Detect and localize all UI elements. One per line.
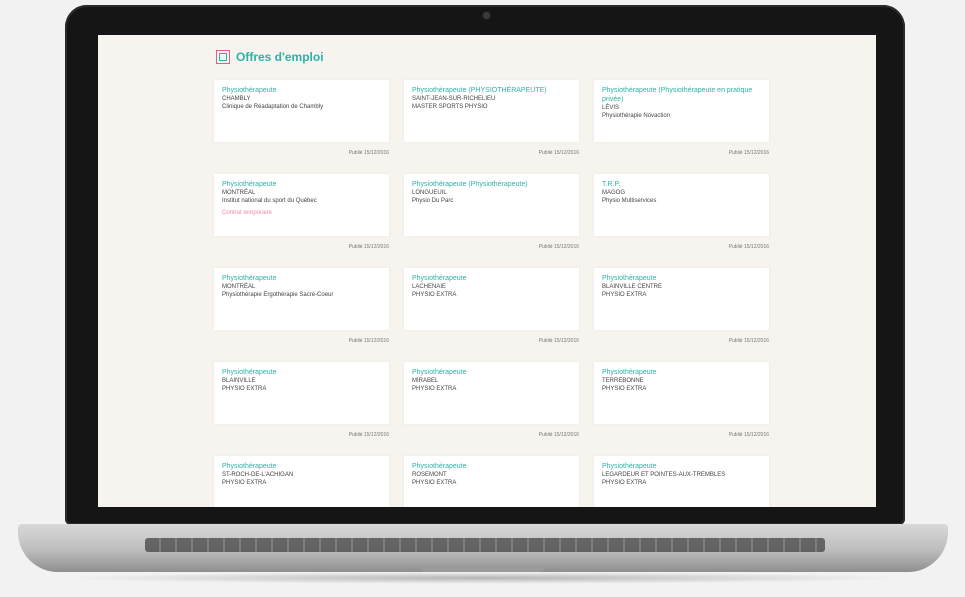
job-title-link[interactable]: Physiothérapeute <box>602 462 761 471</box>
job-title-link[interactable]: Physiothérapeute <box>222 180 381 189</box>
job-card[interactable]: Physiothérapeute ROSEMONT PHYSIO EXTRA <box>404 456 579 507</box>
job-employer: Physio Multiservices <box>602 198 657 204</box>
job-card-body[interactable]: Physiothérapeute CHAMBLY Clinique de Réada… <box>214 80 389 142</box>
job-location: LÉVIS <box>602 105 620 111</box>
job-posted-date: Publié 15/12/2016 <box>538 244 579 250</box>
job-employer: PHYSIO EXTRA <box>222 480 267 486</box>
job-card[interactable]: Physiothérapeute LACHENAIE PHYSIO EXTRA Pub… <box>404 268 579 344</box>
job-posted-date: Publié 15/12/2016 <box>538 338 579 344</box>
job-location: LONGUEUIL <box>412 190 447 196</box>
job-card[interactable]: Physiothérapeute TERREBONNE PHYSIO EXTRA Pu… <box>594 362 769 438</box>
job-employer: PHYSIO EXTRA <box>412 480 457 486</box>
job-employer: PHYSIO EXTRA <box>602 386 647 392</box>
job-title-link[interactable]: Physiothérapeute <box>412 274 571 283</box>
job-title-link[interactable]: Physiothérapeute <box>602 274 761 283</box>
job-card-body[interactable]: Physiothérapeute TERREBONNE PHYSIO EXTRA <box>594 362 769 424</box>
job-list: Physiothérapeute CHAMBLY Clinique de Réada… <box>214 80 769 507</box>
job-title-link[interactable]: Physiothérapeute <box>602 368 761 377</box>
job-location: ROSEMONT <box>412 472 447 478</box>
job-location: LACHENAIE <box>412 284 447 290</box>
job-employer: PHYSIO EXTRA <box>602 480 647 486</box>
job-card-body[interactable]: Physiothérapeute BLAINVILLE CENTRE PHYSIO … <box>594 268 769 330</box>
job-card-body[interactable]: Physiothérapeute BLAINVILLE PHYSIO EXTRA <box>214 362 389 424</box>
job-card-body[interactable]: Physiothérapeute ROSEMONT PHYSIO EXTRA <box>404 456 579 507</box>
job-location: LEGARDEUR ET POINTES-AUX-TREMBLES <box>602 472 726 478</box>
job-card[interactable]: Physiothérapeute (Physiothérapeute) LONGU… <box>404 174 579 250</box>
job-employer: PHYSIO EXTRA <box>412 386 457 392</box>
job-card[interactable]: Physiothérapeute BLAINVILLE PHYSIO EXTRA Pu… <box>214 362 389 438</box>
job-card-body[interactable]: Physiothérapeute (Physiothérapeute en pr… <box>594 80 769 142</box>
job-posted-date: Publié 15/12/2016 <box>348 244 389 250</box>
page-header: Offres d'emploi <box>216 50 324 64</box>
job-employer: MASTER SPORTS PHYSIO <box>412 104 488 110</box>
job-title-link[interactable]: T.R.P. <box>602 180 761 189</box>
job-card[interactable]: Physiothérapeute LEGARDEUR ET POINTES-AUX… <box>594 456 769 507</box>
job-card[interactable]: Physiothérapeute ST-ROCH-DE-L'ACHIGAN PHYS… <box>214 456 389 507</box>
job-card-body[interactable]: Physiothérapeute MONTRÉAL Physiothérapie E… <box>214 268 389 330</box>
job-location: MAGOG <box>602 190 626 196</box>
job-title-link[interactable]: Physiothérapeute (PHYSIOTHÉRAPEUTE) <box>412 86 571 95</box>
job-location: MONTRÉAL <box>222 284 256 290</box>
job-location: BLAINVILLE <box>222 378 256 384</box>
page-title: Offres d'emploi <box>236 50 324 64</box>
job-title-link[interactable]: Physiothérapeute <box>222 274 381 283</box>
job-card[interactable]: Physiothérapeute MONTRÉAL Institut nationa… <box>214 174 389 250</box>
job-location: SAINT-JEAN-SUR-RICHELIEU <box>412 96 496 102</box>
job-posted-date: Publié 15/12/2016 <box>348 150 389 156</box>
job-employer: PHYSIO EXTRA <box>222 386 267 392</box>
job-card-body[interactable]: Physiothérapeute MIRABEL PHYSIO EXTRA <box>404 362 579 424</box>
job-employer: Institut national du sport du Québec <box>222 198 317 204</box>
job-employer: Physiothérapie Ergothérapie Sacré-Coeur <box>222 292 334 298</box>
job-card-body[interactable]: Physiothérapeute LACHENAIE PHYSIO EXTRA <box>404 268 579 330</box>
screen: Offres d'emploi Physiothérapeute CHAMBLY C… <box>98 35 876 507</box>
job-posted-date: Publié 15/12/2016 <box>728 150 769 156</box>
job-location: TERREBONNE <box>602 378 644 384</box>
job-card-body[interactable]: Physiothérapeute (PHYSIOTHÉRAPEUTE) SAINT… <box>404 80 579 142</box>
job-title-link[interactable]: Physiothérapeute <box>222 368 381 377</box>
job-employer: PHYSIO EXTRA <box>412 292 457 298</box>
job-posted-date: Publié 15/12/2016 <box>348 338 389 344</box>
job-card[interactable]: Physiothérapeute MIRABEL PHYSIO EXTRA Publi… <box>404 362 579 438</box>
job-card[interactable]: Physiothérapeute (PHYSIOTHÉRAPEUTE) SAINT… <box>404 80 579 156</box>
job-title-link[interactable]: Physiothérapeute <box>222 462 381 471</box>
job-card[interactable]: Physiothérapeute (Physiothérapeute en pr… <box>594 80 769 156</box>
job-location: BLAINVILLE CENTRE <box>602 284 663 290</box>
job-location: ST-ROCH-DE-L'ACHIGAN <box>222 472 294 478</box>
job-posted-date: Publié 15/12/2016 <box>728 244 769 250</box>
job-card[interactable]: Physiothérapeute CHAMBLY Clinique de Réada… <box>214 80 389 156</box>
job-posted-date: Publié 15/12/2016 <box>728 338 769 344</box>
laptop-shadow <box>60 572 905 584</box>
job-location: MIRABEL <box>412 378 439 384</box>
job-card[interactable]: Physiothérapeute MONTRÉAL Physiothérapie E… <box>214 268 389 344</box>
job-posted-date: Publié 15/12/2016 <box>728 432 769 438</box>
job-employer: Physiothérapie Novaction <box>602 113 671 119</box>
job-card-body[interactable]: T.R.P. MAGOG Physio Multiservices <box>594 174 769 236</box>
job-location: CHAMBLY <box>222 96 251 102</box>
camera-icon <box>483 12 490 19</box>
job-card-body[interactable]: Physiothérapeute (Physiothérapeute) LONGU… <box>404 174 579 236</box>
job-title-link[interactable]: Physiothérapeute <box>222 86 381 95</box>
job-title-link[interactable]: Physiothérapeute <box>412 462 571 471</box>
job-posted-date: Publié 15/12/2016 <box>348 432 389 438</box>
job-note: Contrat temporaire <box>222 210 273 216</box>
job-card-body[interactable]: Physiothérapeute MONTRÉAL Institut nationa… <box>214 174 389 236</box>
keyboard <box>145 538 825 552</box>
job-title-link[interactable]: Physiothérapeute <box>412 368 571 377</box>
jobs-icon <box>216 50 230 64</box>
job-location: MONTRÉAL <box>222 190 256 196</box>
job-title-link[interactable]: Physiothérapeute (Physiothérapeute en pr… <box>602 86 761 104</box>
job-posted-date: Publié 15/12/2016 <box>538 432 579 438</box>
job-employer: Physio Du Parc <box>412 198 454 204</box>
job-card-body[interactable]: Physiothérapeute LEGARDEUR ET POINTES-AUX… <box>594 456 769 507</box>
job-employer: Clinique de Réadaptation de Chambly <box>222 104 324 110</box>
job-posted-date: Publié 15/12/2016 <box>538 150 579 156</box>
job-card[interactable]: Physiothérapeute BLAINVILLE CENTRE PHYSIO … <box>594 268 769 344</box>
job-employer: PHYSIO EXTRA <box>602 292 647 298</box>
job-card-body[interactable]: Physiothérapeute ST-ROCH-DE-L'ACHIGAN PHYS… <box>214 456 389 507</box>
job-title-link[interactable]: Physiothérapeute (Physiothérapeute) <box>412 180 571 189</box>
job-card[interactable]: T.R.P. MAGOG Physio Multiservices Publié 15… <box>594 174 769 250</box>
